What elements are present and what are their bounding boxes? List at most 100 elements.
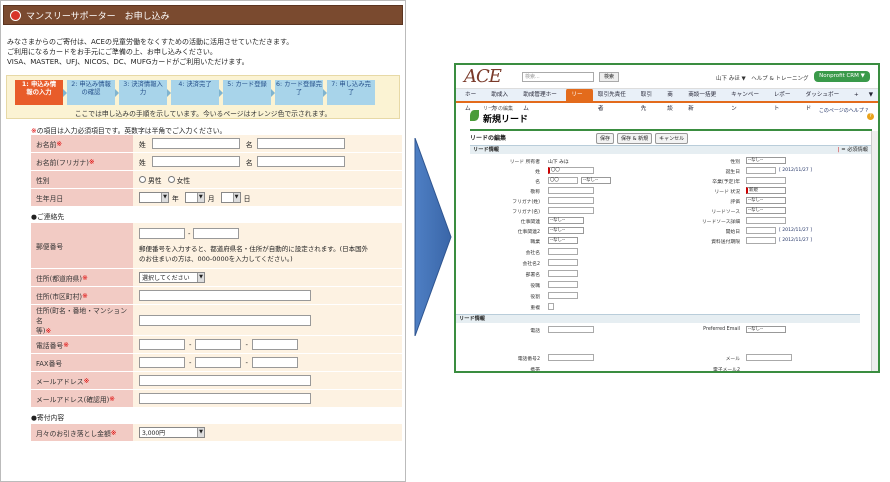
prefecture-select[interactable]: 選択してください ▼: [139, 272, 205, 283]
graduation-year-input[interactable]: [746, 177, 786, 184]
tab-grant-entry[interactable]: 助成入力: [486, 88, 518, 112]
birthday-today-link[interactable]: [ 2012/11/27 ]: [779, 168, 812, 173]
company-input[interactable]: [548, 248, 578, 255]
job-related-select[interactable]: --なし--: [548, 217, 584, 224]
step-7: 7: 申し込み完了: [327, 80, 375, 105]
tab-contacts[interactable]: 取引先責任者: [593, 88, 636, 112]
right-arrow-icon: [414, 138, 452, 336]
tab-leads[interactable]: リード: [566, 88, 593, 112]
fax-3-input[interactable]: [251, 357, 298, 368]
intro-line: みなさまからのご寄付は、ACEの児童労働をなくすための活動に活用させていただきま…: [7, 38, 294, 46]
ace-logo-icon: [10, 9, 21, 21]
last-name-input[interactable]: 〇〇: [548, 167, 594, 174]
start-date-today-link[interactable]: [ 2012/11/27 ]: [779, 228, 812, 233]
tab-opportunities[interactable]: 商談: [662, 88, 683, 112]
birth-day-select[interactable]: ▼: [220, 192, 241, 203]
email-confirm-input[interactable]: [139, 393, 311, 404]
postal-code-2-input[interactable]: [193, 228, 240, 239]
postal-note: 郵便番号を入力すると、都道府県名・住所が自動的に設定されます。(日本国外: [139, 245, 369, 253]
role-input[interactable]: [548, 292, 578, 299]
last-name-input[interactable]: [151, 138, 240, 149]
female-radio[interactable]: [167, 176, 175, 183]
lead-status-select[interactable]: 新規: [746, 187, 786, 194]
phone-input[interactable]: [548, 326, 594, 333]
required-note: ※の項目は入力必須項目です。英数字は半角でご入力ください。: [31, 127, 227, 135]
save-button[interactable]: 保存: [596, 133, 615, 144]
postal-code-1-input[interactable]: [139, 228, 185, 239]
email-input[interactable]: [139, 375, 311, 386]
position-input[interactable]: [548, 281, 578, 288]
steps-panel: 1: 申込み情 報の入力 2: 申込み情報 の確認 3: 決済情報入力 4: 決済完…: [6, 75, 400, 119]
doc-deadline-today-link[interactable]: [ 2012/11/27 ]: [779, 238, 812, 243]
gender-select[interactable]: --なし--: [746, 157, 786, 164]
fax-2-input[interactable]: [195, 357, 242, 368]
personal-info-table: お名前 ※ 姓名 お名前(フリガナ) ※ 姓名 性別 男性 女性 生年月日 ▼ 年 ▼ 月 ▼…: [31, 135, 402, 207]
edit-bar: リードの編集 保存 保存 & 新規 キャンセル: [470, 129, 872, 144]
user-menu[interactable]: 山下 みほ ▼ ヘルプ & トレーニング: [716, 74, 809, 82]
street-row: 住所(町名・番地・マンション名 等)※: [31, 305, 402, 336]
cancel-button[interactable]: キャンセル: [655, 133, 689, 144]
first-name-input[interactable]: 〇〇: [548, 177, 578, 184]
page-header: リードの編集 新規リード このページのヘルプ ?: [456, 103, 878, 127]
donation-table: 月々のお引き落とし金額 ※ 3,000円 ▼: [31, 424, 402, 442]
birthday-input[interactable]: [746, 167, 776, 174]
fax-row: FAX番号 --: [31, 354, 402, 372]
birth-year-select[interactable]: ▼: [139, 192, 169, 203]
contact-heading: ●ご連絡先: [31, 213, 65, 221]
donation-form-panel: マンスリーサポーター お申し込み みなさまからのご寄付は、ACEの児童労働をなく…: [0, 0, 406, 482]
birth-month-select[interactable]: ▼: [184, 192, 205, 203]
search-button[interactable]: 検索: [599, 72, 619, 82]
tab-dashboards[interactable]: ダッシュボード: [801, 88, 849, 112]
furigana-last-input[interactable]: [548, 197, 594, 204]
help-icon[interactable]: ?: [867, 113, 874, 120]
job-related2-select[interactable]: --なし--: [548, 227, 584, 234]
tab-accounts[interactable]: 取引先: [636, 88, 662, 112]
help-link[interactable]: このページのヘルプ ?: [819, 107, 868, 114]
first-name-input[interactable]: [256, 138, 345, 149]
phone2-input[interactable]: [548, 354, 594, 361]
app-menu-button[interactable]: Nonprofit CRM ▼: [814, 71, 870, 82]
tab-more[interactable]: ▼: [864, 88, 878, 102]
last-name-kana-input[interactable]: [151, 156, 240, 167]
department-input[interactable]: [548, 270, 578, 277]
lead-fields: リード 所有者 山下 みほ 姓 〇〇 名 〇〇 --なし-- 敬称 フリガナ(姓…: [456, 154, 878, 334]
tab-add[interactable]: +: [849, 88, 864, 102]
amount-select[interactable]: 3,000円 ▼: [139, 427, 205, 438]
email-row: メールアドレス ※: [31, 372, 402, 390]
email-input[interactable]: [746, 354, 792, 361]
tab-campaigns[interactable]: キャンペーン: [726, 88, 769, 112]
furigana-first-input[interactable]: [548, 207, 594, 214]
edit-title: リードの編集: [470, 134, 507, 142]
fax-1-input[interactable]: [139, 357, 185, 368]
kana-row: お名前(フリガナ) ※ 姓名: [31, 153, 402, 171]
start-date-input[interactable]: [746, 227, 776, 234]
tab-bulk-update[interactable]: 商談一括更新: [683, 88, 726, 112]
tab-grant-home[interactable]: 助成管理ホーム: [518, 88, 566, 112]
phone-2-input[interactable]: [195, 339, 242, 350]
step-4: 4: 決済完了: [171, 80, 223, 105]
street-input[interactable]: [139, 314, 311, 326]
doc-deadline-input[interactable]: [746, 237, 776, 244]
phone-3-input[interactable]: [251, 339, 298, 350]
search-input[interactable]: 検索...: [522, 72, 594, 82]
save-new-button[interactable]: 保存 & 新規: [617, 133, 653, 144]
first-name-kana-input[interactable]: [256, 156, 345, 167]
occupation-select[interactable]: --なし--: [548, 237, 578, 244]
lead-icon: [470, 109, 479, 121]
name-row: お名前 ※ 姓名: [31, 135, 402, 153]
birthdate-row: 生年月日 ▼ 年 ▼ 月 ▼ 日: [31, 189, 402, 207]
scrollbar[interactable]: [871, 131, 878, 371]
rating-select[interactable]: --なし--: [746, 197, 786, 204]
lead-source-select[interactable]: --なし--: [746, 207, 786, 214]
duplicate-checkbox[interactable]: [548, 303, 554, 310]
tab-home[interactable]: ホーム: [460, 88, 486, 112]
title-input[interactable]: [548, 187, 594, 194]
preferred-email-select[interactable]: --なし--: [746, 326, 786, 333]
city-input[interactable]: [139, 290, 311, 301]
lead-source-detail-input[interactable]: [746, 217, 786, 224]
tab-reports[interactable]: レポート: [769, 88, 801, 112]
phone-1-input[interactable]: [139, 339, 185, 350]
male-radio[interactable]: [139, 176, 146, 183]
salutation-select[interactable]: --なし--: [581, 177, 611, 184]
company2-input[interactable]: [548, 259, 578, 266]
